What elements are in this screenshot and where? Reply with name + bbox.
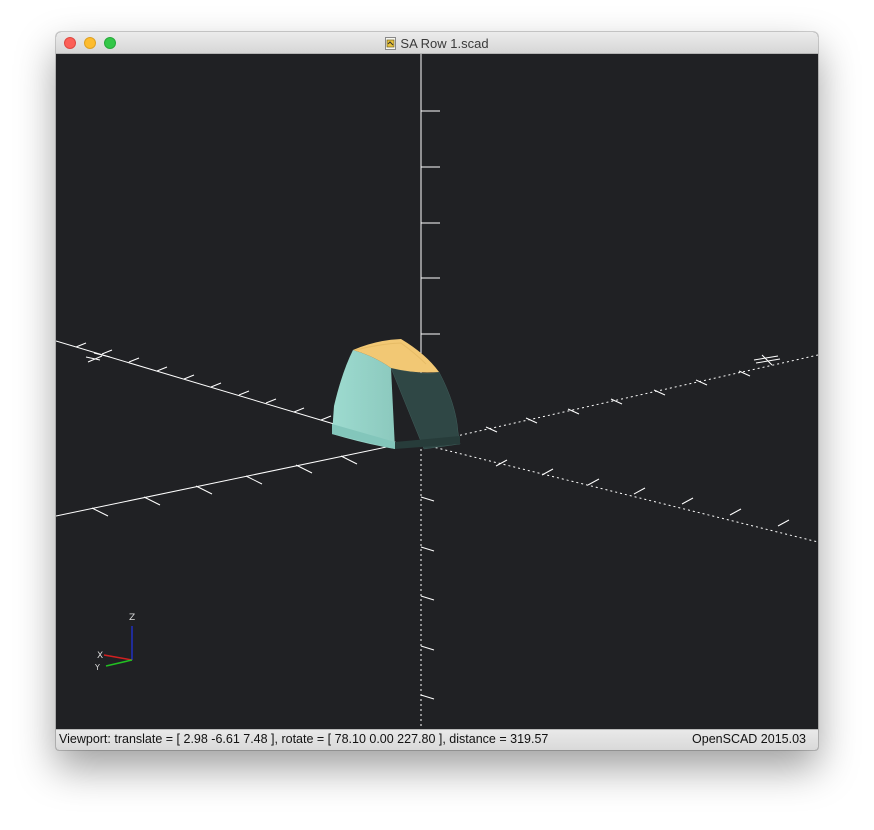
gizmo-x-label: X bbox=[97, 651, 103, 661]
y-axis-label-glyphs bbox=[753, 354, 781, 366]
scene-canvas[interactable]: Z X Y bbox=[56, 54, 818, 729]
gizmo-z-label: Z bbox=[129, 613, 135, 623]
window-title: SA Row 1.scad bbox=[400, 35, 489, 51]
status-bar: Viewport: translate = [ 2.98 -6.61 7.48 … bbox=[56, 729, 818, 750]
x-axis-dashed-ticks bbox=[495, 459, 790, 527]
3d-viewport[interactable]: Z X Y bbox=[56, 54, 818, 729]
x-axis-label-glyphs bbox=[85, 352, 111, 363]
viewport-status-text: Viewport: translate = [ 2.98 -6.61 7.48 … bbox=[59, 732, 549, 746]
app-version-label: OpenSCAD 2015.03 bbox=[692, 732, 806, 746]
scad-document-icon bbox=[385, 36, 397, 50]
y-axis-dashed-ticks bbox=[485, 370, 751, 433]
title-bar[interactable]: SA Row 1.scad bbox=[56, 32, 818, 54]
keycap-model[interactable] bbox=[332, 339, 461, 450]
gizmo-y-label: Y bbox=[94, 663, 100, 672]
x-axis-negative bbox=[420, 443, 818, 543]
keycap-side-face bbox=[391, 368, 460, 449]
y-axis-ticks bbox=[91, 455, 358, 517]
axis-orientation-gizmo: Z X Y bbox=[94, 613, 135, 672]
openscad-window: SA Row 1.scad Z X Y Viewport: translate … bbox=[56, 32, 818, 750]
y-axis-negative bbox=[56, 443, 402, 517]
x-axis-ticks bbox=[75, 342, 332, 421]
y-axis-positive bbox=[420, 354, 818, 445]
